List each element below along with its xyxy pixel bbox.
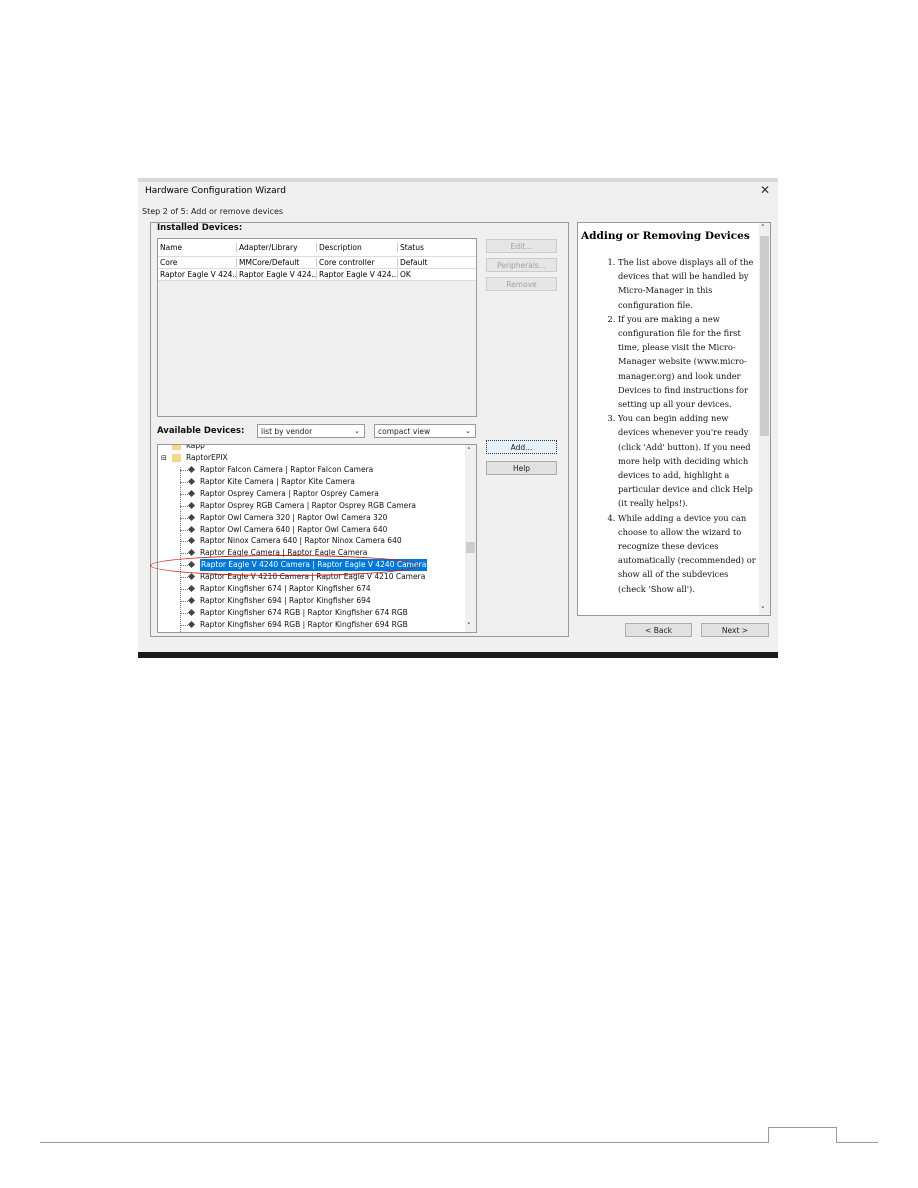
column-header[interactable]: Adapter/Library	[237, 243, 317, 252]
tree-item-label: Raptor Kingfisher 674 RGB | Raptor Kingf…	[200, 607, 408, 617]
taskbar	[138, 652, 778, 658]
tree-item-label: Raptor Kite Camera | Raptor Kite Camera	[200, 476, 355, 486]
column-header[interactable]: Name	[158, 243, 237, 252]
device-icon	[187, 549, 196, 557]
tree-item-label: Raptor Ninox Camera 640 | Raptor Ninox C…	[200, 536, 402, 546]
device-icon	[187, 525, 196, 533]
available-devices-tree[interactable]: Kapp ⊟ RaptorEPIX Raptor Falcon Camera | …	[157, 444, 477, 633]
device-icon	[187, 620, 196, 628]
add-button[interactable]: Add...	[486, 440, 557, 454]
help-scrollbar[interactable]: ˄ ˅	[759, 223, 770, 615]
list-mode-select[interactable]: list by vendor ⌄	[257, 424, 365, 438]
cell: Raptor Eagle V 424...	[239, 270, 317, 279]
cell: Default	[400, 258, 428, 267]
scrollbar-thumb[interactable]	[466, 542, 475, 553]
tree-item-label: Raptor Kingfisher 694 | Raptor Kingfishe…	[200, 595, 371, 605]
tree-line	[180, 541, 188, 543]
window-title: Hardware Configuration Wizard	[145, 186, 286, 196]
device-icon	[187, 584, 196, 593]
peripherals-button[interactable]: Peripherals...	[486, 258, 557, 272]
help-heading: Adding or Removing Devices	[581, 230, 750, 242]
background-strip	[138, 178, 778, 182]
cell: MMCore/Default	[237, 258, 317, 267]
next-button[interactable]: Next >	[701, 623, 769, 637]
device-icon	[187, 501, 196, 509]
device-icon	[187, 608, 196, 616]
view-mode-value: compact view	[378, 427, 431, 436]
tree-scrollbar[interactable]: ˄ ˅	[465, 445, 476, 632]
hardware-config-wizard-screenshot: Hardware Configuration Wizard ✕ Step 2 o…	[138, 178, 778, 658]
close-icon[interactable]: ✕	[760, 183, 770, 197]
tree-line	[180, 600, 188, 602]
help-list: The list above displays all of the devic…	[578, 255, 758, 596]
annotation-oval	[150, 555, 418, 576]
installed-devices-table: Name Adapter/Library Description Status …	[157, 238, 477, 417]
list-mode-value: list by vendor	[261, 427, 313, 436]
back-button[interactable]: < Back	[625, 623, 692, 637]
tree-line	[180, 529, 188, 531]
view-mode-select[interactable]: compact view ⌄	[374, 424, 476, 438]
tree-line	[180, 624, 188, 626]
help-button[interactable]: Help	[486, 461, 557, 475]
device-icon	[187, 537, 196, 545]
device-icon	[187, 573, 196, 581]
tree-line	[180, 505, 188, 507]
folder-icon	[172, 454, 181, 462]
help-item: The list above displays all of the devic…	[618, 255, 758, 312]
device-icon	[187, 477, 196, 485]
tree-line	[180, 612, 188, 614]
device-icon	[187, 489, 196, 497]
tree-item-label: Raptor Kingfisher 694 RGB | Raptor Kingf…	[200, 619, 408, 629]
scrollbar-thumb[interactable]	[760, 236, 769, 436]
table-row[interactable]: Raptor Eagle V 424... Raptor Eagle V 424…	[158, 269, 476, 281]
tree-line	[180, 493, 188, 495]
tree-item-label: Raptor Owl Camera 640 | Raptor Owl Camer…	[200, 524, 388, 534]
help-item: You can begin adding new devices wheneve…	[618, 411, 758, 510]
tree-line	[180, 481, 188, 483]
chevron-down-icon: ⌄	[354, 427, 360, 435]
cell: Raptor Eagle V 424...	[319, 270, 398, 279]
tree-item-label: Raptor Osprey RGB Camera | Raptor Osprey…	[200, 500, 416, 510]
page-footer-line	[40, 1142, 878, 1143]
tree-item-label: Raptor Falcon Camera | Raptor Falcon Cam…	[200, 465, 374, 474]
folder-icon	[172, 445, 181, 450]
chevron-down-icon: ⌄	[465, 427, 471, 435]
edit-button[interactable]: Edit...	[486, 239, 557, 253]
tree-line	[180, 589, 188, 590]
column-header[interactable]: Description	[317, 243, 398, 252]
device-icon	[187, 465, 196, 474]
tree-line	[180, 517, 188, 519]
installed-devices-label: Installed Devices:	[157, 223, 243, 233]
remove-button[interactable]: Remove	[486, 277, 557, 291]
table-header: Name Adapter/Library Description Status	[158, 239, 476, 257]
tree-line	[180, 577, 188, 579]
device-icon	[187, 596, 196, 604]
collapse-icon[interactable]: ⊟	[161, 452, 167, 464]
scroll-down-icon[interactable]: ˅	[467, 622, 471, 630]
scroll-up-icon[interactable]: ˄	[761, 224, 765, 232]
scroll-up-icon[interactable]: ˄	[467, 447, 471, 455]
page-number-tab	[768, 1127, 837, 1143]
help-item: If you are making a new configuration fi…	[618, 312, 758, 411]
step-label: Step 2 of 5: Add or remove devices	[142, 207, 284, 216]
column-header[interactable]: Status	[398, 243, 476, 252]
tree-item-label: Raptor Owl Camera 320 | Raptor Owl Camer…	[200, 512, 388, 522]
device-icon	[187, 513, 196, 521]
help-panel: Adding or Removing Devices The list abov…	[577, 222, 771, 616]
help-item: While adding a device you can choose to …	[618, 511, 758, 596]
tree-line	[180, 467, 181, 632]
tree-line	[180, 470, 188, 471]
table-row[interactable]: Core MMCore/Default Core controller Defa…	[158, 257, 476, 269]
available-devices-label: Available Devices:	[157, 426, 245, 436]
cell: Raptor Eagle V 424...	[160, 270, 237, 279]
tree-item-label: Raptor Osprey Camera | Raptor Osprey Cam…	[200, 488, 379, 498]
cell: OK	[400, 270, 411, 279]
cell: Core	[158, 258, 237, 267]
scroll-down-icon[interactable]: ˅	[761, 606, 765, 614]
tree-line	[180, 553, 188, 555]
cell: Core controller	[317, 258, 398, 267]
tree-item-label: Raptor Kingfisher 674 | Raptor Kingfishe…	[200, 584, 371, 593]
